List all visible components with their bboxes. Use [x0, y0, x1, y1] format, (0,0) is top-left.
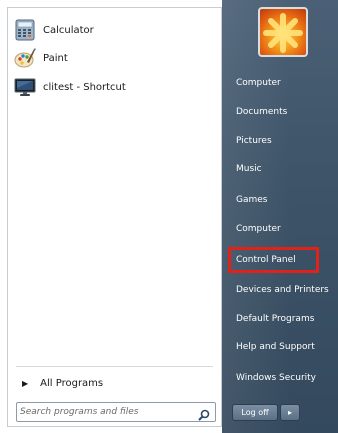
- search-box[interactable]: [16, 402, 216, 422]
- all-programs-button[interactable]: ▶ All Programs: [22, 374, 103, 392]
- shutdown-options-button[interactable]: ▸: [280, 404, 300, 421]
- place-item-music[interactable]: Music: [222, 158, 338, 180]
- log-off-button[interactable]: Log off: [232, 404, 278, 421]
- programs-panel: Calculator Paint clitest - Shortcut ▶ Al…: [7, 7, 222, 427]
- place-label: Music: [236, 164, 262, 174]
- all-programs-label: All Programs: [40, 377, 104, 389]
- place-item-computer[interactable]: Computer: [222, 72, 338, 94]
- paint-icon: [14, 47, 36, 69]
- place-item-help-and-support[interactable]: Help and Support: [222, 336, 338, 358]
- place-item-computer-2[interactable]: Computer: [222, 218, 338, 240]
- program-item-clitest-shortcut[interactable]: clitest - Shortcut: [14, 74, 214, 100]
- user-avatar[interactable]: [258, 7, 308, 57]
- log-off-label: Log off: [241, 408, 269, 417]
- place-label: Windows Security: [236, 373, 316, 383]
- program-item-calculator[interactable]: Calculator: [14, 17, 214, 43]
- place-label: Pictures: [236, 136, 272, 146]
- program-label: clitest - Shortcut: [43, 81, 126, 93]
- place-label: Computer: [236, 78, 281, 88]
- monitor-icon: [14, 76, 36, 98]
- program-label: Paint: [43, 52, 68, 64]
- place-item-windows-security[interactable]: Windows Security: [222, 367, 338, 389]
- place-label: Computer: [236, 224, 281, 234]
- place-item-games[interactable]: Games: [222, 189, 338, 211]
- calculator-icon: [14, 19, 36, 41]
- place-label: Documents: [236, 107, 288, 117]
- start-menu: Calculator Paint clitest - Shortcut ▶ Al…: [0, 0, 338, 433]
- place-label: Games: [236, 195, 268, 205]
- place-item-default-programs[interactable]: Default Programs: [222, 308, 338, 330]
- divider: [16, 366, 213, 367]
- place-label: Help and Support: [236, 342, 315, 352]
- program-label: Calculator: [43, 24, 94, 36]
- place-label: Default Programs: [236, 314, 315, 324]
- program-item-paint[interactable]: Paint: [14, 45, 214, 71]
- place-item-documents[interactable]: Documents: [222, 101, 338, 123]
- place-item-devices-and-printers[interactable]: Devices and Printers: [222, 279, 338, 301]
- search-icon[interactable]: [198, 406, 210, 421]
- place-item-pictures[interactable]: Pictures: [222, 130, 338, 152]
- triangle-right-icon: ▶: [22, 378, 29, 388]
- places-panel: Computer Documents Pictures Music Games …: [222, 0, 338, 433]
- chevron-right-icon: ▸: [287, 408, 292, 417]
- place-label: Devices and Printers: [236, 285, 329, 295]
- control-panel-highlight: [228, 247, 319, 273]
- search-input[interactable]: [20, 405, 190, 419]
